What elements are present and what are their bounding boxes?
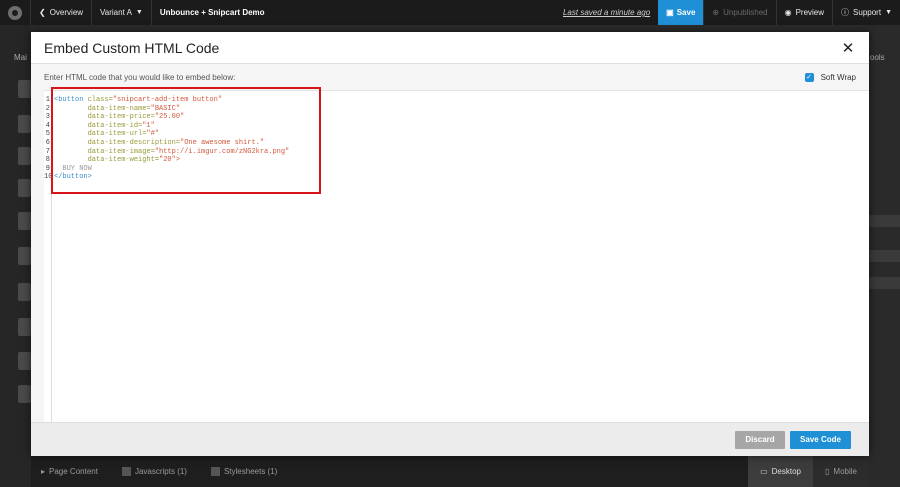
caret-down-icon: ▼ [885,9,892,16]
eye-icon: ◉ [784,8,792,17]
code-line: 3 data-item-price="25.00" [44,113,289,122]
soft-wrap-checkbox[interactable]: ✓ [804,72,814,82]
stylesheet-icon [210,467,220,476]
code-line: 7 data-item-image="http://i.imgur.com/zN… [44,148,289,157]
sidebar-tool-icon[interactable] [18,115,31,133]
code-line: 4 data-item-id="1" [44,122,289,131]
support-dropdown[interactable]: ⓘ Support ▼ [832,0,900,25]
modal-header: Embed Custom HTML Code ✕ [31,32,869,64]
code-text: data-item-url="#" [54,130,160,139]
code-text: <button class="snipcart-add-item button" [54,96,223,104]
save-button[interactable]: ▣ Save [658,0,704,25]
line-number: 9 [45,164,50,173]
code-text: data-item-name="BASIC" [54,104,181,113]
monitor-icon: ▭ [760,467,768,476]
code-text: data-item-id="1" [54,121,155,130]
panel-row [869,215,900,227]
sidebar-tool-icon[interactable] [18,147,31,165]
close-icon[interactable]: ✕ [840,40,856,57]
caret-down-icon: ▼ [135,9,143,16]
code-line: 10 </button> [44,173,289,182]
panel-row [869,277,900,289]
embed-html-modal: Embed Custom HTML Code ✕ Enter HTML code… [31,32,869,456]
variant-dropdown[interactable]: Variant A ▼ [91,0,151,25]
line-number: 1 [45,96,50,104]
soft-wrap-label: Soft Wrap [820,72,856,82]
page-title: Unbounce + Snipcart Demo [150,0,273,25]
save-code-button[interactable]: Save Code [790,430,851,449]
code-editor[interactable]: 1 <button class="snipcart-add-item button… [44,87,869,423]
sidebar-tool-icon[interactable] [18,283,31,301]
tab-page-content[interactable]: ▸ Page Content [31,456,108,487]
code-line: 8 data-item-weight="20"> [44,156,289,165]
chevron-left-icon: ❮ [39,8,46,17]
modal-title: Embed Custom HTML Code [44,39,220,56]
sidebar-tool-icon[interactable] [18,318,31,336]
tab-javascripts[interactable]: Javascripts (1) [112,456,197,487]
unbounce-logo-icon[interactable] [0,0,30,25]
code-line: 2 data-item-name="BASIC" [44,105,289,114]
publish-status[interactable]: ⊕ Unpublished [703,0,775,25]
code-line: 5 data-item-url="#" [44,130,289,139]
line-number: 3 [45,113,50,122]
code-text: </button> [54,173,92,182]
overview-link[interactable]: ❮ Overview [30,0,91,25]
code-line: 6 data-item-description="One awesome shi… [44,139,289,148]
last-saved-link[interactable]: Last saved a minute ago [555,8,658,17]
line-number: 2 [45,104,50,113]
panel-row [869,250,900,262]
sidebar-tool-icon[interactable] [18,385,31,403]
code-line: 9 BUY NOW [44,165,289,174]
bottom-tabs-bar: ▸ Page Content Javascripts (1) Stylesheet… [31,456,869,487]
mobile-toggle[interactable]: ▯ Mobile [813,456,869,487]
code-text: data-item-price="25.00" [54,113,185,122]
left-tab-label: Mai [14,53,27,62]
soft-wrap-toggle[interactable]: ✓ Soft Wrap [804,72,856,82]
script-icon [121,467,131,476]
line-number: 7 [45,147,50,156]
device-toggle: ▭ Desktop ▯ Mobile [748,456,869,487]
line-number: 5 [45,130,50,139]
code-text: data-item-image="http://i.imgur.com/zNG2… [54,147,290,156]
globe-icon: ⊕ [712,8,720,17]
line-number: 8 [45,156,50,165]
tab-stylesheets[interactable]: Stylesheets (1) [201,456,287,487]
desktop-toggle[interactable]: ▭ Desktop [748,456,814,487]
modal-footer: Discard Save Code [31,422,869,456]
code-text: data-item-weight="20"> [54,156,181,165]
sidebar-tool-icon[interactable] [18,80,31,98]
triangle-right-icon: ▸ [41,467,46,476]
instruction-row: Enter HTML code that you would like to e… [31,64,869,90]
floppy-disk-icon: ▣ [666,8,674,17]
sidebar-tool-icon[interactable] [18,179,31,197]
code-text: BUY NOW [54,164,92,173]
code-line: 1 <button class="snipcart-add-item button… [44,96,289,105]
sidebar-tool-icon[interactable] [18,212,31,230]
code-text: data-item-description="One awesome shirt… [54,138,265,147]
sidebar-tool-icon[interactable] [18,247,31,265]
line-number: 10 [44,173,53,182]
phone-icon: ▯ [825,467,830,476]
discard-button[interactable]: Discard [735,430,785,449]
line-number: 6 [45,138,50,147]
help-icon: ⓘ [841,8,850,17]
right-tab-label: ools [870,53,885,62]
sidebar-tool-icon[interactable] [18,352,31,370]
line-number: 4 [45,121,50,130]
top-toolbar: ❮ Overview Variant A ▼ Unbounce + Snipcart… [0,0,900,25]
instruction-text: Enter HTML code that you would like to e… [44,72,236,82]
right-panel: ools [869,25,900,487]
left-sidebar: Mai [0,25,31,487]
preview-button[interactable]: ◉ Preview [775,0,832,25]
code-lines: 1 <button class="snipcart-add-item button… [44,96,289,182]
